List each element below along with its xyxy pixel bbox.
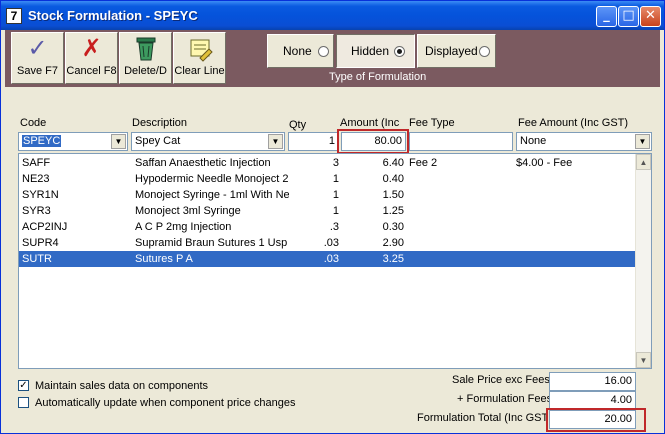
scroll-down-icon[interactable]: ▼ <box>636 352 651 368</box>
cell-code: SYR3 <box>22 205 51 217</box>
delete-button-label: Delete/D <box>124 65 167 77</box>
app-icon: 7 <box>6 8 22 24</box>
maintain-sales-checkbox[interactable]: ✓ <box>18 380 29 391</box>
formulation-total-field: 20.00 <box>549 410 636 429</box>
cell-description: Hypodermic Needle Monoject 23 <box>135 173 289 185</box>
stock-formulation-window: 7 Stock Formulation - SPEYC _ □ ✕ ✓ Save… <box>0 0 665 434</box>
fee-type-input[interactable] <box>409 132 513 151</box>
cell-code: SYR1N <box>22 189 59 201</box>
qty-header: Qty <box>289 119 307 131</box>
cell-description: A C P 2mg Injection <box>135 221 232 233</box>
type-option-displayed-radio[interactable] <box>479 46 490 57</box>
code-combo-value: SPEYC <box>22 135 62 147</box>
amount-input[interactable]: 80.00 <box>341 132 406 151</box>
cell-qty: .3 <box>329 221 339 233</box>
description-header: Description <box>132 117 188 129</box>
cell-amount: 6.40 <box>382 157 404 169</box>
cancel-button-label: Cancel F8 <box>66 65 117 77</box>
cell-code: SUPR4 <box>22 237 59 249</box>
minimize-button[interactable]: _ <box>596 6 617 27</box>
formulation-type-group: None Hidden Displayed Type of Formulatio… <box>265 30 497 87</box>
cell-code: ACP2INJ <box>22 221 68 233</box>
vertical-scrollbar[interactable]: ▲ ▼ <box>635 154 651 368</box>
cell-description: Sutures P A <box>135 253 193 265</box>
fee-amount-combo-value: None <box>520 135 547 147</box>
cell-description: Monoject 3ml Syringe <box>135 205 241 217</box>
save-button-label: Save F7 <box>17 65 58 77</box>
trash-bin-icon <box>120 33 171 65</box>
fee-amount-header: Fee Amount (Inc GST) <box>518 117 629 129</box>
formulation-fees-label: + Formulation Fees <box>457 393 553 405</box>
maximize-button[interactable]: □ <box>618 6 639 27</box>
type-option-hidden-radio[interactable] <box>394 46 405 57</box>
cell-code: NE23 <box>22 173 50 185</box>
checkmark-icon: ✓ <box>27 35 48 62</box>
title-bar[interactable]: 7 Stock Formulation - SPEYC _ □ ✕ <box>1 1 664 30</box>
cell-amount: 0.30 <box>382 221 404 233</box>
cell-qty: 1 <box>332 189 339 201</box>
amount-header: Amount (Inc <box>340 117 400 129</box>
fee-amount-combo[interactable]: None ▼ <box>516 132 652 151</box>
scroll-up-icon[interactable]: ▲ <box>636 154 651 170</box>
table-row[interactable]: SYR1N Monoject Syringe - 1ml With Nee 1 1.5… <box>19 187 636 203</box>
type-option-none-label: None <box>283 44 312 58</box>
red-x-icon: ✗ <box>81 35 102 62</box>
cell-description: Monoject Syringe - 1ml With Nee <box>135 189 289 201</box>
cell-amount: 1.50 <box>382 189 404 201</box>
code-header: Code <box>20 117 47 129</box>
formulation-total-label: Formulation Total (Inc GST <box>417 412 549 424</box>
fee-type-header: Fee Type <box>409 117 455 129</box>
table-row[interactable]: SAFF Saffan Anaesthetic Injection 3 6.40 Fee… <box>19 155 636 171</box>
cell-qty: 1 <box>332 205 339 217</box>
description-combo[interactable]: Spey Cat ▼ <box>131 132 285 151</box>
delete-button[interactable]: Delete/D <box>119 32 172 84</box>
type-option-hidden[interactable]: Hidden <box>336 34 415 68</box>
chevron-down-icon[interactable]: ▼ <box>635 134 650 149</box>
cancel-button[interactable]: ✗ Cancel F8 <box>65 32 118 84</box>
type-option-none[interactable]: None <box>267 34 334 68</box>
table-row[interactable]: SUPR4 Supramid Braun Sutures 1 Usp 4 .03 2.… <box>19 235 636 251</box>
cell-fee-amount: $4.00 - Fee <box>516 157 573 169</box>
sale-price-label: Sale Price exc Fees <box>452 374 550 386</box>
auto-update-label: Automatically update when component pric… <box>35 397 296 409</box>
cell-amount: 0.40 <box>382 173 404 185</box>
qty-input[interactable]: 1 <box>288 132 339 151</box>
formulation-type-caption: Type of Formulation <box>329 71 427 83</box>
sale-price-field: 16.00 <box>549 372 636 391</box>
cell-qty: 1 <box>332 173 339 185</box>
cell-fee-type: Fee 2 <box>409 157 438 169</box>
clear-line-button-label: Clear Line <box>174 65 225 77</box>
table-row[interactable]: NE23 Hypodermic Needle Monoject 23 1 0.40 <box>19 171 636 187</box>
cell-amount: 2.90 <box>382 237 404 249</box>
cell-description: Saffan Anaesthetic Injection <box>135 157 271 169</box>
cell-qty: 3 <box>332 157 339 169</box>
type-option-displayed[interactable]: Displayed <box>417 34 496 68</box>
code-combo[interactable]: SPEYC ▼ <box>18 132 128 151</box>
cell-description: Supramid Braun Sutures 1 Usp 4 <box>135 237 289 249</box>
type-option-hidden-label: Hidden <box>351 44 390 58</box>
cell-qty: .03 <box>323 253 339 265</box>
maintain-sales-label: Maintain sales data on components <box>35 380 209 392</box>
save-button[interactable]: ✓ Save F7 <box>11 32 64 84</box>
checkmark-icon: ✓ <box>19 380 28 391</box>
chevron-down-icon[interactable]: ▼ <box>111 134 126 149</box>
description-combo-value: Spey Cat <box>135 135 181 147</box>
cell-qty: .03 <box>323 237 339 249</box>
chevron-down-icon[interactable]: ▼ <box>268 134 283 149</box>
cell-code: SAFF <box>22 157 51 169</box>
type-option-none-radio[interactable] <box>318 46 329 57</box>
table-row[interactable]: SYR3 Monoject 3ml Syringe 1 1.25 <box>19 203 636 219</box>
table-row[interactable]: ACP2INJ A C P 2mg Injection .3 0.30 <box>19 219 636 235</box>
auto-update-checkbox[interactable] <box>18 397 29 408</box>
close-button[interactable]: ✕ <box>640 6 661 27</box>
clear-line-button[interactable]: Clear Line <box>173 32 226 84</box>
table-row[interactable]: SUTR Sutures P A .03 3.25 <box>19 251 636 267</box>
window-title: Stock Formulation - SPEYC <box>28 8 198 23</box>
components-grid[interactable]: SAFF Saffan Anaesthetic Injection 3 6.40 Fee… <box>18 153 652 369</box>
cell-amount: 1.25 <box>382 205 404 217</box>
cell-amount: 3.25 <box>382 253 404 265</box>
cell-code: SUTR <box>22 253 52 265</box>
type-option-displayed-label: Displayed <box>425 44 478 58</box>
eraser-icon <box>174 33 225 65</box>
